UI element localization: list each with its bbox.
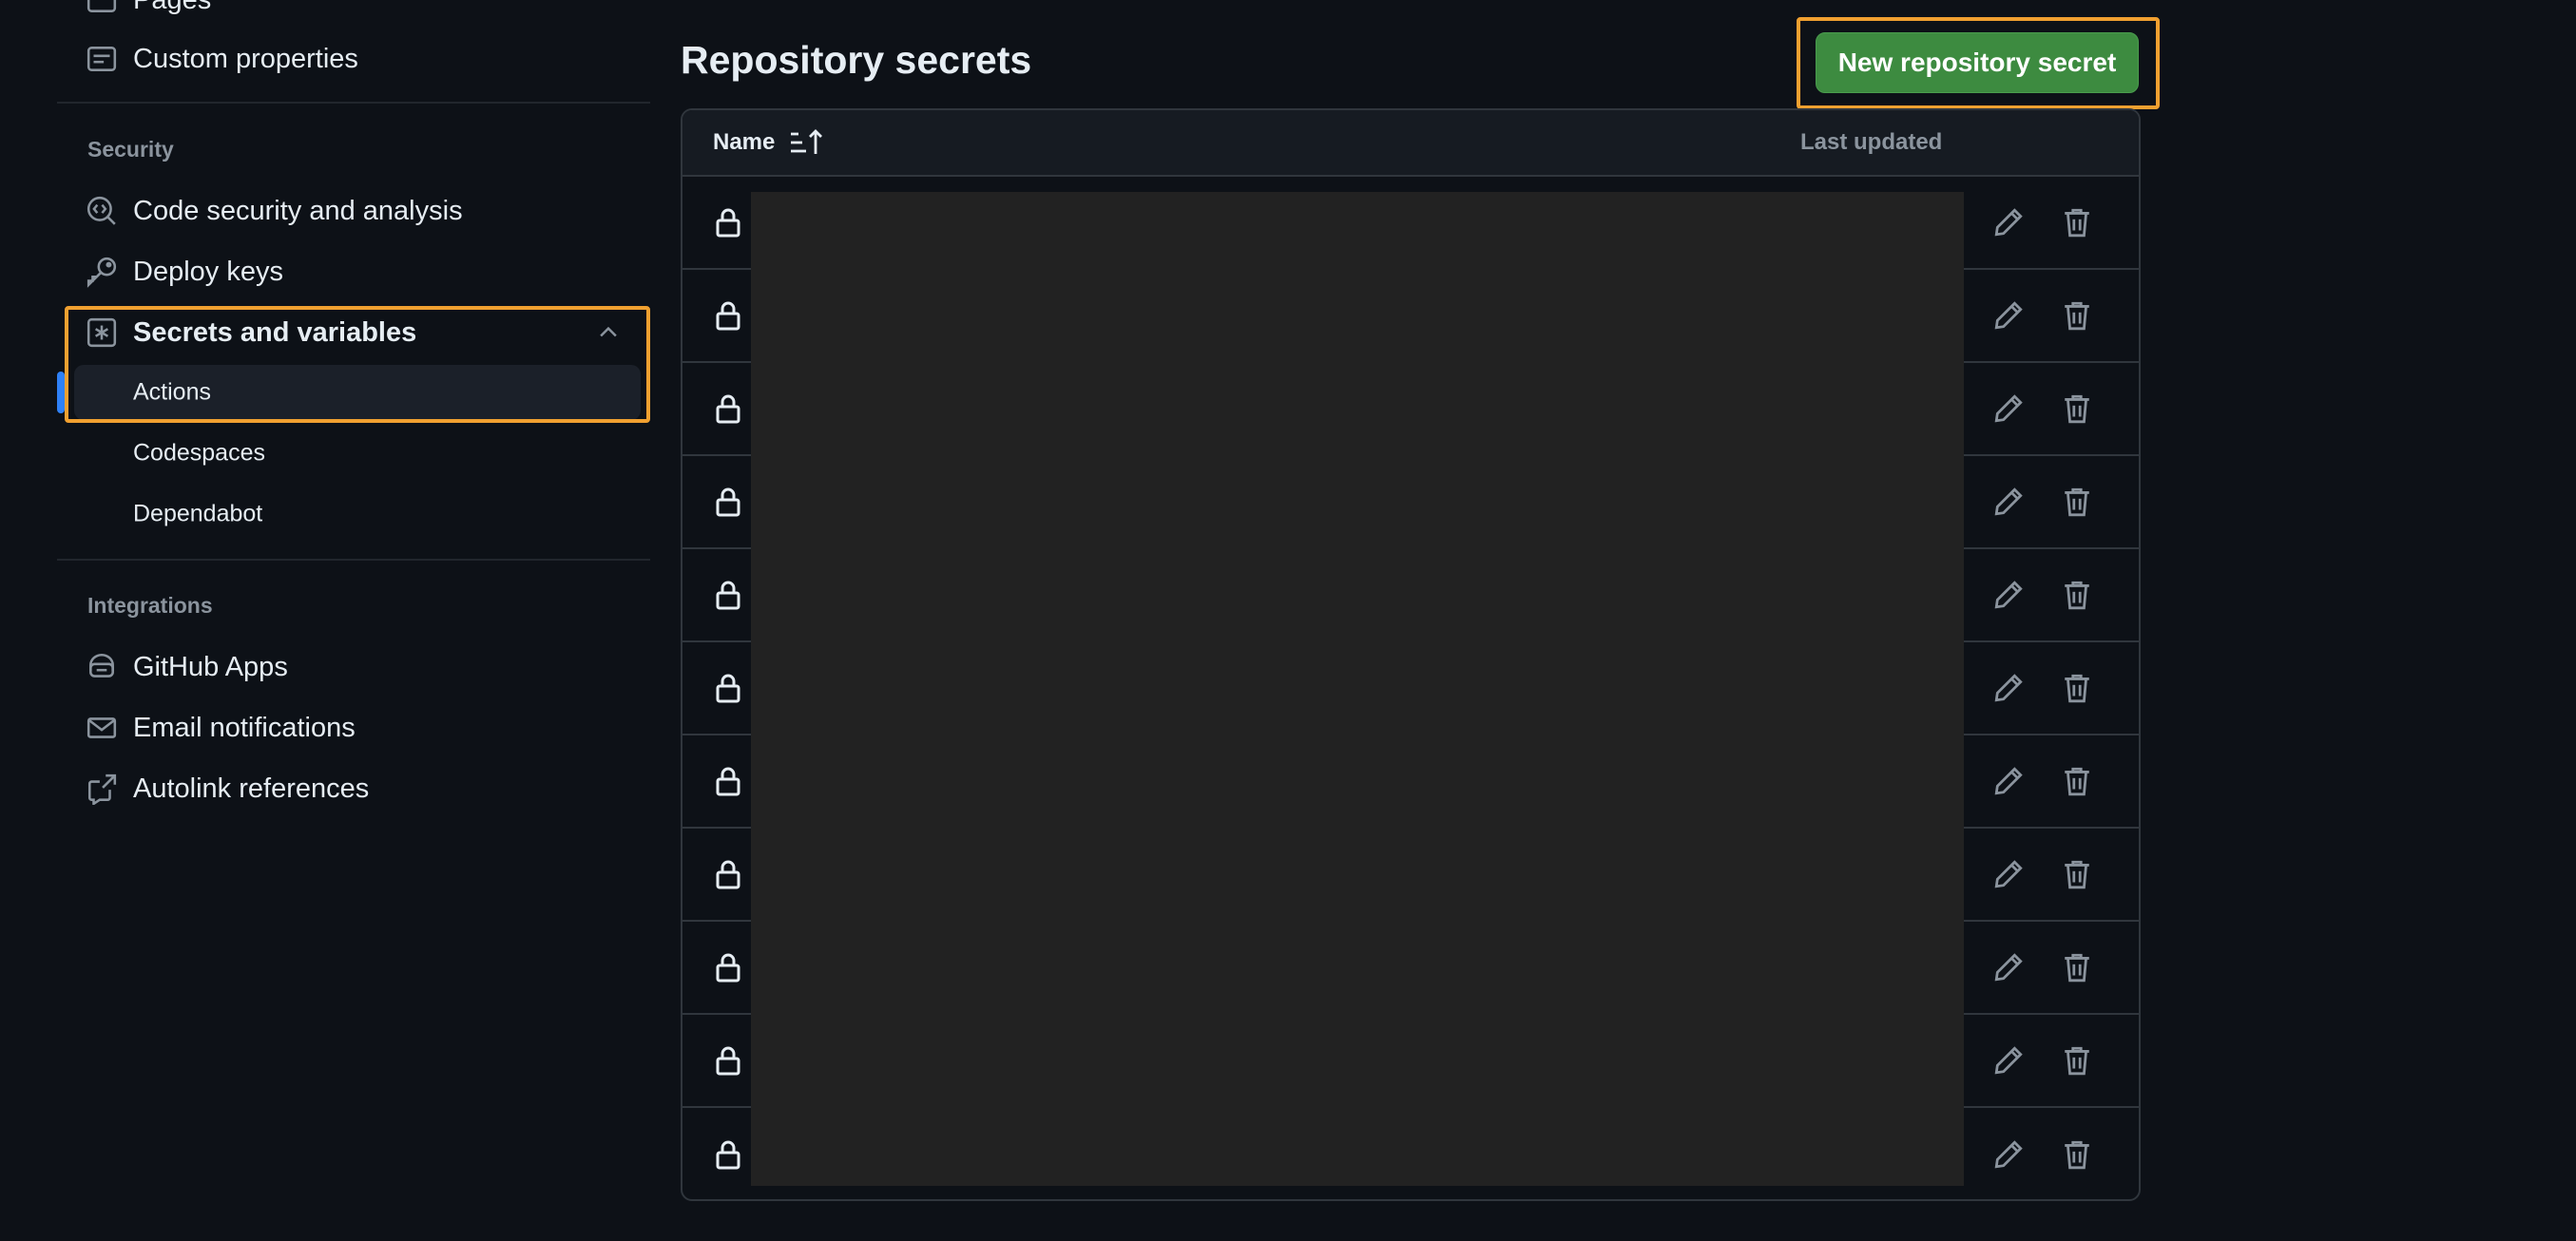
delete-trash-icon[interactable] <box>2061 951 2093 983</box>
browser-icon <box>86 0 118 16</box>
sidebar-item-github-apps[interactable]: GitHub Apps <box>57 640 650 694</box>
sidebar-item-label: Custom properties <box>133 43 358 74</box>
section-header-security: Security <box>87 137 174 162</box>
sidebar-divider <box>57 559 650 561</box>
lock-icon <box>713 206 743 239</box>
sidebar-item-label: GitHub Apps <box>133 651 288 682</box>
sort-ascending-icon[interactable] <box>789 127 823 158</box>
edit-pencil-icon[interactable] <box>1992 672 2025 704</box>
sidebar-item-deploy-keys[interactable]: Deploy keys <box>57 245 650 298</box>
table-header: Name Last updated <box>682 110 2139 177</box>
lock-icon <box>713 672 743 704</box>
cross-reference-icon <box>86 773 118 805</box>
delete-trash-icon[interactable] <box>2061 858 2093 890</box>
lock-icon <box>713 858 743 890</box>
active-indicator <box>57 372 65 413</box>
delete-trash-icon[interactable] <box>2061 1138 2093 1171</box>
sidebar-item-label: Autolink references <box>133 773 370 804</box>
codescan-icon <box>86 195 118 227</box>
edit-pencil-icon[interactable] <box>1992 951 2025 983</box>
column-header-name[interactable]: Name <box>713 129 775 156</box>
highlight-box-secrets <box>65 306 650 423</box>
sidebar-item-label: Pages <box>133 0 211 16</box>
sidebar-item-code-security[interactable]: Code security and analysis <box>57 184 650 238</box>
column-header-last-updated: Last updated <box>1800 129 1943 155</box>
section-header-integrations: Integrations <box>87 593 213 618</box>
sidebar-divider <box>57 102 650 104</box>
sidebar-item-label: Deploy keys <box>133 256 283 287</box>
edit-pencil-icon[interactable] <box>1992 1044 2025 1077</box>
redacted-region <box>751 192 1964 1186</box>
lock-icon <box>713 765 743 797</box>
edit-pencil-icon[interactable] <box>1992 206 2025 239</box>
edit-pencil-icon[interactable] <box>1992 486 2025 518</box>
mail-icon <box>86 712 118 744</box>
edit-pencil-icon[interactable] <box>1992 392 2025 425</box>
delete-trash-icon[interactable] <box>2061 579 2093 611</box>
delete-trash-icon[interactable] <box>2061 392 2093 425</box>
sidebar-item-label: Email notifications <box>133 712 356 743</box>
delete-trash-icon[interactable] <box>2061 765 2093 797</box>
edit-pencil-icon[interactable] <box>1992 579 2025 611</box>
secrets-table: Name Last updated <box>681 108 2141 1201</box>
hubot-icon <box>86 651 118 683</box>
sidebar-subitem-label: Codespaces <box>133 439 265 467</box>
delete-trash-icon[interactable] <box>2061 1044 2093 1077</box>
sidebar-subitem-codespaces[interactable]: Codespaces <box>74 426 641 481</box>
delete-trash-icon[interactable] <box>2061 299 2093 332</box>
sidebar-item-email-notifications[interactable]: Email notifications <box>57 701 650 754</box>
delete-trash-icon[interactable] <box>2061 672 2093 704</box>
note-icon <box>86 43 118 75</box>
sidebar-item-custom-properties[interactable]: Custom properties <box>57 32 650 86</box>
settings-sidebar: Pages Custom properties Security Code se… <box>57 0 650 1241</box>
lock-icon <box>713 392 743 425</box>
sidebar-item-pages[interactable]: Pages <box>57 0 650 27</box>
edit-pencil-icon[interactable] <box>1992 1138 2025 1171</box>
new-repository-secret-button[interactable]: New repository secret <box>1816 32 2139 93</box>
sidebar-subitem-label: Dependabot <box>133 500 263 527</box>
edit-pencil-icon[interactable] <box>1992 299 2025 332</box>
sidebar-item-label: Code security and analysis <box>133 195 463 226</box>
lock-icon <box>713 1044 743 1077</box>
delete-trash-icon[interactable] <box>2061 486 2093 518</box>
lock-icon <box>713 579 743 611</box>
page-title: Repository secrets <box>681 38 1032 82</box>
delete-trash-icon[interactable] <box>2061 206 2093 239</box>
sidebar-subitem-dependabot[interactable]: Dependabot <box>74 487 641 542</box>
lock-icon <box>713 486 743 518</box>
edit-pencil-icon[interactable] <box>1992 765 2025 797</box>
lock-icon <box>713 1138 743 1171</box>
lock-icon <box>713 951 743 983</box>
lock-icon <box>713 299 743 332</box>
key-icon <box>86 256 118 288</box>
edit-pencil-icon[interactable] <box>1992 858 2025 890</box>
sidebar-item-autolink-references[interactable]: Autolink references <box>57 762 650 815</box>
